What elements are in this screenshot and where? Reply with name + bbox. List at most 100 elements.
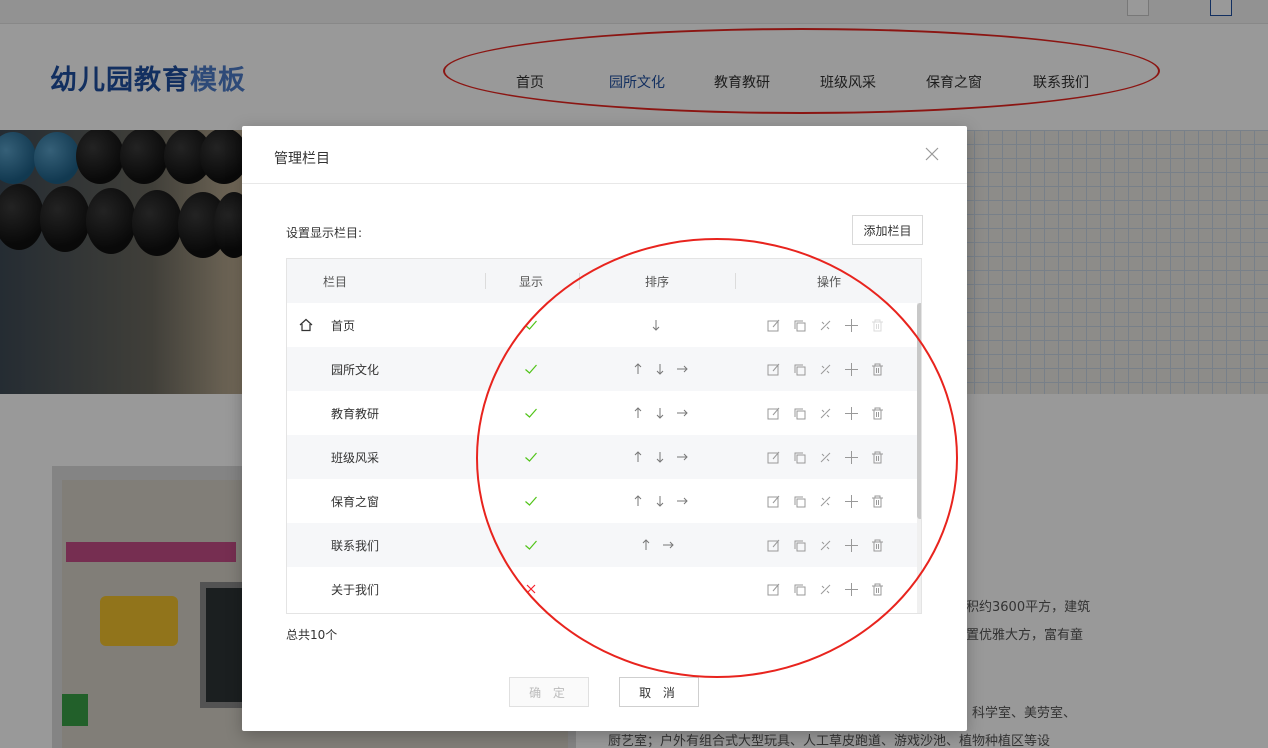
home-icon	[299, 318, 313, 332]
trash-icon[interactable]	[869, 449, 885, 465]
copy-icon[interactable]	[791, 449, 807, 465]
trash-icon[interactable]	[869, 537, 885, 553]
row-name-label: 联系我们	[331, 538, 380, 553]
row-sort-cell	[631, 479, 697, 523]
row-name-cell: 首页	[299, 303, 355, 347]
check-icon[interactable]	[524, 479, 538, 523]
row-name-label: 关于我们	[331, 582, 380, 597]
arrow-down-icon[interactable]	[653, 450, 667, 464]
header-column-name: 栏目	[323, 274, 348, 289]
row-name-label: 教育教研	[331, 406, 380, 421]
edit-icon[interactable]	[765, 405, 781, 421]
edit-icon[interactable]	[765, 537, 781, 553]
table-row: 联系我们	[287, 523, 921, 567]
row-actions-cell	[765, 479, 895, 523]
edit-icon[interactable]	[765, 581, 781, 597]
arrow-down-icon[interactable]	[649, 318, 663, 332]
trash-icon[interactable]	[869, 493, 885, 509]
plus-icon[interactable]	[843, 449, 859, 465]
copy-icon[interactable]	[791, 581, 807, 597]
add-column-button[interactable]: 添加栏目	[852, 215, 923, 245]
edit-icon[interactable]	[765, 361, 781, 377]
check-icon[interactable]	[524, 347, 538, 391]
arrow-right-icon[interactable]	[661, 538, 675, 552]
edit-icon[interactable]	[765, 449, 781, 465]
modal-header: 管理栏目	[242, 126, 967, 184]
arrow-right-icon[interactable]	[675, 362, 689, 376]
scrollbar-thumb[interactable]	[917, 303, 921, 519]
plus-icon[interactable]	[843, 537, 859, 553]
link-off-icon[interactable]	[817, 449, 833, 465]
modal-title: 管理栏目	[274, 151, 330, 167]
row-name-label: 园所文化	[331, 362, 380, 377]
table-row: 首页	[287, 303, 921, 347]
plus-icon[interactable]	[843, 405, 859, 421]
header-column-sort: 排序	[645, 274, 670, 289]
arrow-down-icon[interactable]	[653, 362, 667, 376]
copy-icon[interactable]	[791, 405, 807, 421]
header-column-show: 显示	[519, 274, 544, 289]
link-off-icon[interactable]	[817, 493, 833, 509]
edit-icon[interactable]	[765, 317, 781, 333]
confirm-button[interactable]: 确 定	[509, 677, 589, 707]
arrow-right-icon[interactable]	[675, 494, 689, 508]
row-actions-cell	[765, 391, 895, 435]
row-actions-cell	[765, 523, 895, 567]
arrow-up-icon[interactable]	[639, 538, 653, 552]
arrow-up-icon[interactable]	[631, 494, 645, 508]
row-name-label: 首页	[331, 318, 356, 333]
arrow-right-icon[interactable]	[675, 406, 689, 420]
link-off-icon[interactable]	[817, 581, 833, 597]
row-sort-cell	[631, 391, 697, 435]
link-off-icon[interactable]	[817, 317, 833, 333]
trash-icon[interactable]	[869, 581, 885, 597]
copy-icon[interactable]	[791, 361, 807, 377]
row-actions-cell	[765, 303, 895, 347]
plus-icon[interactable]	[843, 493, 859, 509]
row-sort-cell	[631, 435, 697, 479]
row-actions-cell	[765, 435, 895, 479]
columns-table: 栏目 显示 排序 操作 首页园所文化教育教研班级风采保育之窗联系我们关于我们	[286, 258, 922, 614]
manage-columns-modal: 管理栏目 设置显示栏目: 添加栏目 栏目 显示 排序 操作 首页 园所文化 教育教研…	[242, 126, 967, 731]
plus-icon[interactable]	[843, 361, 859, 377]
check-icon[interactable]	[524, 523, 538, 567]
arrow-right-icon[interactable]	[675, 450, 689, 464]
row-name-label: 保育之窗	[331, 494, 380, 509]
table-scrollbar[interactable]	[917, 303, 921, 613]
copy-icon[interactable]	[791, 537, 807, 553]
check-icon[interactable]	[524, 435, 538, 479]
table-row: 园所文化	[287, 347, 921, 391]
plus-icon[interactable]	[843, 317, 859, 333]
cross-icon[interactable]	[524, 567, 538, 611]
table-row: 教育教研	[287, 391, 921, 435]
close-icon[interactable]	[922, 144, 942, 164]
link-off-icon[interactable]	[817, 405, 833, 421]
arrow-up-icon[interactable]	[631, 450, 645, 464]
arrow-up-icon[interactable]	[631, 406, 645, 420]
trash-icon[interactable]	[869, 361, 885, 377]
table-row: 关于我们	[287, 567, 921, 611]
plus-icon[interactable]	[843, 581, 859, 597]
arrow-down-icon[interactable]	[653, 494, 667, 508]
check-icon[interactable]	[524, 391, 538, 435]
row-actions-cell	[765, 347, 895, 391]
copy-icon[interactable]	[791, 317, 807, 333]
trash-icon[interactable]	[869, 317, 885, 333]
row-sort-cell	[631, 347, 697, 391]
edit-icon[interactable]	[765, 493, 781, 509]
arrow-down-icon[interactable]	[653, 406, 667, 420]
link-off-icon[interactable]	[817, 361, 833, 377]
copy-icon[interactable]	[791, 493, 807, 509]
link-off-icon[interactable]	[817, 537, 833, 553]
row-sort-cell	[639, 523, 683, 567]
arrow-up-icon[interactable]	[631, 362, 645, 376]
row-name-label: 班级风采	[331, 450, 380, 465]
row-actions-cell	[765, 567, 895, 611]
check-icon[interactable]	[524, 303, 538, 347]
cancel-button[interactable]: 取 消	[619, 677, 699, 707]
table-header: 栏目 显示 排序 操作	[287, 259, 921, 303]
header-column-actions: 操作	[817, 274, 842, 289]
row-sort-cell	[649, 303, 671, 347]
trash-icon[interactable]	[869, 405, 885, 421]
table-row: 班级风采	[287, 435, 921, 479]
